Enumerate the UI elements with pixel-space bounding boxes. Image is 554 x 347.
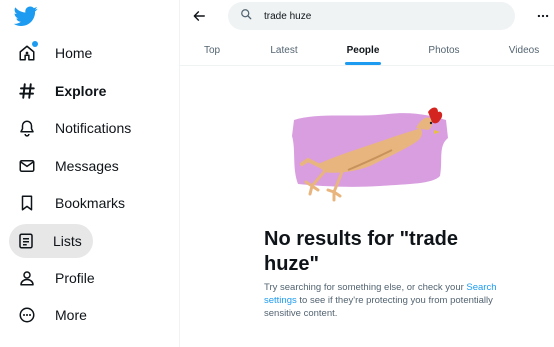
rubber-chicken-illustration	[288, 98, 450, 210]
no-results-hint: Try searching for something else, or che…	[264, 281, 504, 320]
tab-videos[interactable]: Videos	[502, 34, 546, 66]
search-icon	[240, 7, 252, 25]
nav-bookmarks[interactable]: Bookmarks	[9, 186, 137, 220]
nav-home-label: Home	[55, 45, 93, 61]
nav-profile-label: Profile	[55, 270, 95, 286]
nav-more[interactable]: More	[9, 298, 99, 332]
nav-home[interactable]: Home	[9, 36, 104, 70]
more-circle-icon	[17, 305, 37, 325]
bookmark-icon	[17, 193, 37, 213]
search-input[interactable]	[264, 10, 484, 22]
nav-notifications-label: Notifications	[55, 120, 132, 136]
person-icon	[17, 268, 37, 288]
nav-explore[interactable]: Explore	[9, 74, 118, 108]
nav-notifications[interactable]: Notifications	[9, 111, 143, 145]
notification-dot	[32, 41, 38, 47]
list-icon	[17, 231, 35, 251]
main-column: Top Latest People Photos Videos No resul…	[180, 0, 554, 347]
more-options-icon[interactable]	[533, 6, 553, 26]
nav-profile[interactable]: Profile	[9, 261, 107, 295]
nav-explore-label: Explore	[55, 83, 107, 99]
search-box[interactable]	[228, 2, 515, 30]
nav-more-label: More	[55, 307, 87, 323]
twitter-logo-icon[interactable]	[13, 4, 38, 28]
hashtag-icon	[17, 81, 37, 101]
envelope-icon	[17, 156, 37, 176]
tab-latest[interactable]: Latest	[264, 34, 304, 66]
nav-lists-label: Lists	[53, 233, 82, 249]
sidebar: Home Explore Notifications Messages Book…	[0, 0, 178, 347]
home-icon	[17, 41, 38, 63]
no-results-title: No results for "trade huze"	[264, 228, 458, 275]
tab-top[interactable]: Top	[194, 34, 230, 66]
hint-text-before: Try searching for something else, or che…	[264, 282, 467, 293]
back-arrow-icon[interactable]	[189, 6, 209, 26]
tab-photos[interactable]: Photos	[424, 34, 464, 66]
nav-messages-label: Messages	[55, 158, 119, 174]
nav-bookmarks-label: Bookmarks	[55, 195, 126, 211]
active-tab-indicator	[345, 62, 381, 65]
nav-lists[interactable]: Lists	[9, 224, 93, 258]
search-tabs: Top Latest People Photos Videos	[180, 34, 554, 66]
bell-icon	[17, 118, 37, 138]
nav-messages[interactable]: Messages	[9, 149, 131, 183]
hint-text-after: to see if they're protecting you from po…	[264, 295, 493, 319]
